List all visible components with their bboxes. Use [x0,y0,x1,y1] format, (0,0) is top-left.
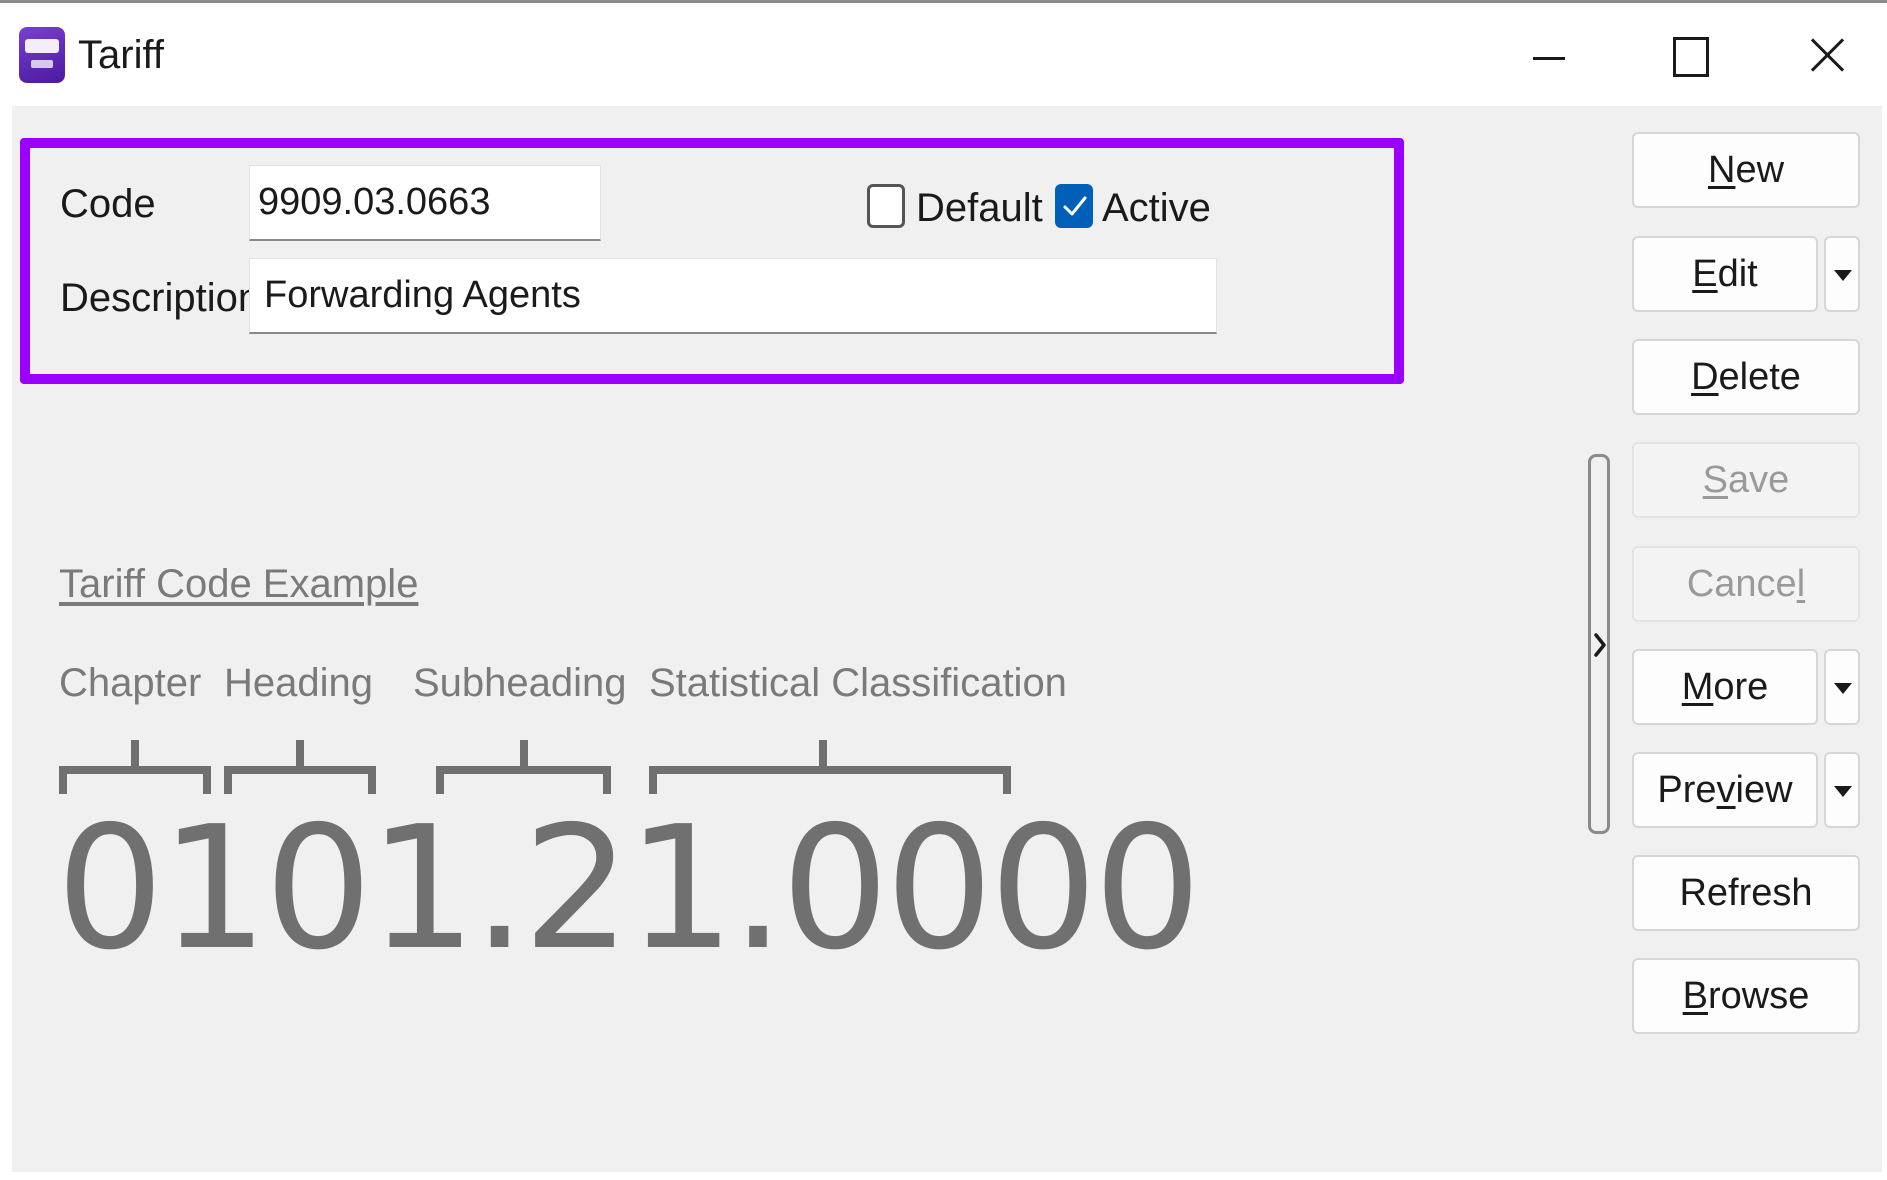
code-label: Code [60,182,156,226]
edit-button[interactable]: Edit [1632,236,1818,312]
minimize-icon[interactable] [1508,23,1588,85]
heading-label: Heading [224,661,374,705]
chapter-label: Chapter [59,661,202,705]
subheading-bracket [436,740,611,794]
edit-dropdown-icon[interactable] [1824,236,1860,312]
save-button[interactable]: Save [1632,442,1860,518]
cancel-button[interactable]: Cancel [1632,546,1860,622]
statistical-classification-bracket [649,740,1011,794]
title-bar: Tariff [0,3,1887,106]
browse-button[interactable]: Browse [1632,958,1860,1034]
delete-button[interactable]: Delete [1632,339,1860,415]
preview-button[interactable]: Preview [1632,752,1818,828]
window-title: Tariff [78,33,164,77]
statistical-classification-label: Statistical Classification [649,661,1067,705]
chapter-bracket [59,740,211,794]
heading-bracket [224,740,376,794]
code-field[interactable] [249,165,601,241]
chevron-right-icon [1594,633,1606,657]
close-icon[interactable] [1788,23,1868,85]
subheading-label: Subheading [413,661,627,705]
preview-dropdown-icon[interactable] [1824,752,1860,828]
main-content: Code Default Active Description Tariff C… [12,106,1882,1172]
maximize-icon[interactable] [1648,23,1728,85]
more-button[interactable]: More [1632,649,1818,725]
description-field[interactable] [249,258,1217,334]
refresh-button[interactable]: Refresh [1632,855,1860,931]
checkmark-icon [1063,196,1087,216]
more-dropdown-icon[interactable] [1824,649,1860,725]
default-label: Default [916,186,1043,230]
active-checkbox[interactable] [1055,184,1093,228]
app-logo-icon [19,27,65,83]
tariff-code-example-link[interactable]: Tariff Code Example [59,560,418,608]
default-checkbox[interactable] [867,184,905,228]
side-panel-toggle[interactable] [1588,454,1610,834]
description-label: Description [60,276,261,320]
example-tariff-code: 0101.21.0000 [56,790,1202,988]
active-label: Active [1102,186,1211,230]
new-button[interactable]: New [1632,132,1860,208]
